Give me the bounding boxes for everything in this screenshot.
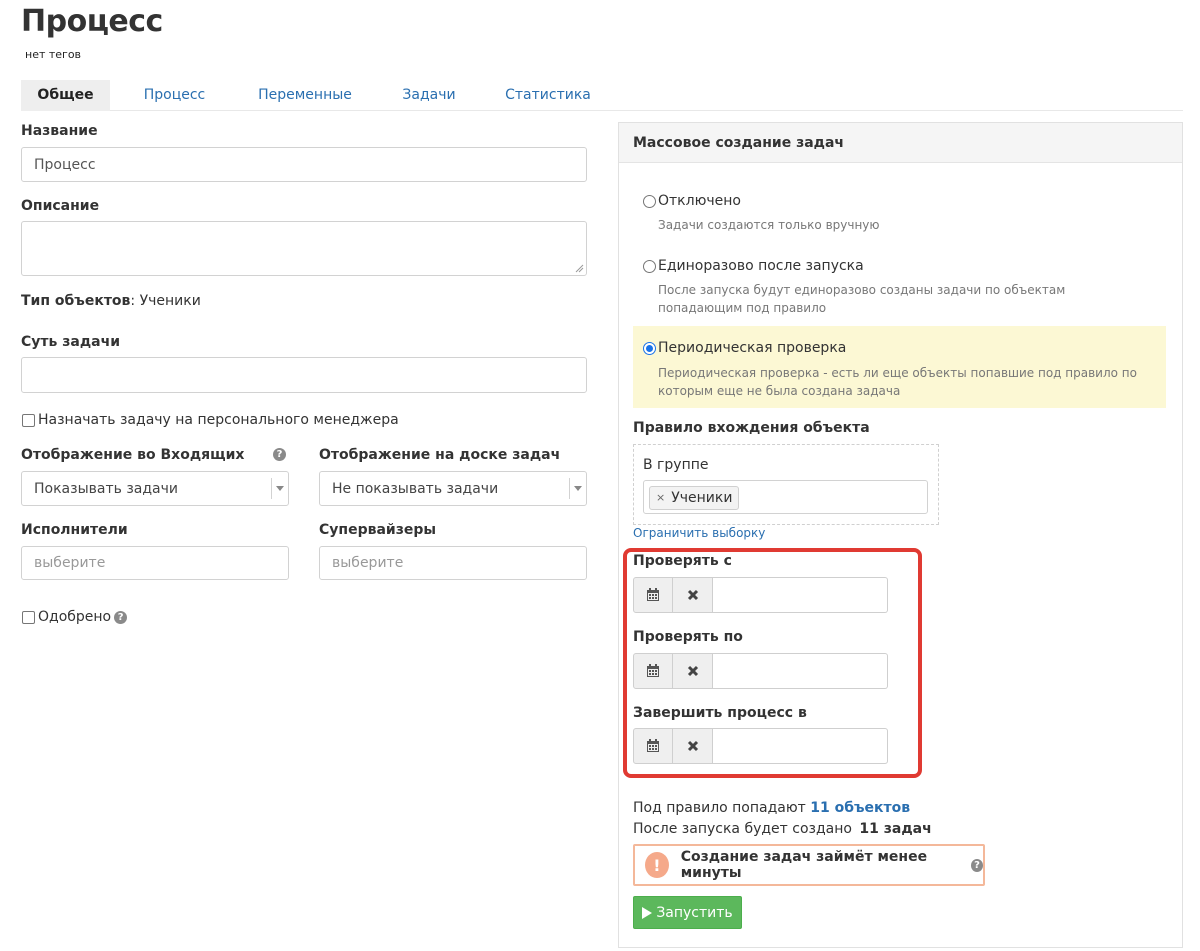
tab-process[interactable]: Процесс <box>130 80 219 111</box>
task-essence-label: Суть задачи <box>21 334 120 350</box>
select-divider <box>271 478 272 499</box>
start-button[interactable]: Запустить <box>633 896 742 929</box>
limit-selection-link[interactable]: Ограничить выборку <box>633 526 765 540</box>
option-title: Отключено <box>658 193 741 209</box>
calendar-icon[interactable] <box>633 728 673 764</box>
created-count: 11 задач <box>859 821 932 837</box>
finish-label: Завершить процесс в <box>633 705 807 721</box>
inbox-display-value: Показывать задачи <box>34 480 178 497</box>
check-from-input[interactable] <box>713 577 888 613</box>
panel-title: Массовое создание задач <box>619 123 1182 163</box>
description-label: Описание <box>21 198 100 214</box>
clear-icon[interactable] <box>673 577 713 613</box>
executors-placeholder: выберите <box>34 555 106 571</box>
executors-label: Исполнители <box>21 522 128 538</box>
check-to-label: Проверять по <box>633 629 743 645</box>
created-line: После запуска будет создано 11 задач <box>633 821 932 837</box>
summary-prefix: Под правило попадают <box>633 800 806 816</box>
object-type-label: Тип объектов <box>21 293 131 309</box>
check-to-input[interactable] <box>713 653 888 689</box>
group-chip: × Ученики <box>649 486 740 510</box>
object-type-value: : Ученики <box>130 293 201 309</box>
remove-chip-icon[interactable]: × <box>656 487 665 509</box>
assign-manager-checkbox[interactable] <box>22 413 35 427</box>
option-once[interactable]: Единоразово после запуска <box>643 258 864 274</box>
radio-once[interactable] <box>643 259 656 273</box>
tab-statistics[interactable]: Статистика <box>497 80 599 111</box>
help-icon[interactable]: ? <box>971 858 983 872</box>
approved-label: Одобрено <box>38 609 112 625</box>
executors-input[interactable]: выберите <box>21 546 289 580</box>
supervisors-label: Супервайзеры <box>319 522 437 538</box>
tab-general[interactable]: Общее <box>21 80 110 111</box>
object-type-row: Тип объектов: Ученики <box>21 293 201 309</box>
check-from-label: Проверять с <box>633 553 732 569</box>
assign-manager-label: Назначать задачу на персонального менедж… <box>38 412 399 428</box>
tags-text: нет тегов <box>25 48 82 61</box>
calendar-icon[interactable] <box>633 577 673 613</box>
approved-row: Одобрено ? <box>22 609 128 625</box>
radio-disabled[interactable] <box>643 194 656 208</box>
option-desc: После запуска будут единоразово созданы … <box>658 283 1066 315</box>
caret-down-icon <box>276 485 284 491</box>
inbox-display-label: Отображение во Входящих <box>21 447 245 463</box>
approved-checkbox[interactable] <box>22 610 35 624</box>
task-essence-input[interactable] <box>21 357 587 393</box>
calendar-icon[interactable] <box>633 653 673 689</box>
option-disabled[interactable]: Отключено <box>643 193 741 209</box>
board-display-label: Отображение на доске задач <box>319 447 561 463</box>
start-button-label: Запустить <box>656 904 733 921</box>
page-title: Процесс <box>21 4 163 39</box>
name-label: Название <box>21 123 98 139</box>
objects-count-link[interactable]: 11 объектов <box>810 800 910 816</box>
select-divider <box>569 478 570 499</box>
finish-input[interactable] <box>713 728 888 764</box>
summary-line: Под правило попадают 11 объектов <box>633 800 910 816</box>
clear-icon[interactable] <box>673 653 713 689</box>
help-icon[interactable]: ? <box>114 610 128 624</box>
group-select[interactable]: × Ученики <box>643 480 928 514</box>
chip-label: Ученики <box>671 490 733 506</box>
check-to-group <box>633 653 888 689</box>
finish-group <box>633 728 888 764</box>
board-display-value: Не показывать задачи <box>332 480 499 497</box>
option-desc: Задачи создаются только вручную <box>658 218 880 232</box>
option-desc: Периодическая проверка - есть ли еще объ… <box>658 366 1137 398</box>
option-title: Единоразово после запуска <box>658 258 864 274</box>
name-input-value: Процесс <box>34 156 96 173</box>
time-alert: ! Создание задач займёт менее минуты ? <box>633 844 985 886</box>
assign-manager-row: Назначать задачу на персонального менедж… <box>22 412 399 428</box>
clear-icon[interactable] <box>673 728 713 764</box>
board-display-select[interactable]: Не показывать задачи <box>319 471 587 506</box>
created-prefix: После запуска будет создано <box>633 821 852 837</box>
radio-periodic[interactable] <box>643 341 656 355</box>
tab-variables[interactable]: Переменные <box>246 80 364 111</box>
tab-tasks[interactable]: Задачи <box>389 80 469 111</box>
option-periodic[interactable]: Периодическая проверка <box>643 340 846 356</box>
caret-down-icon <box>574 485 582 491</box>
alert-text: Создание задач займёт менее минуты <box>680 849 928 881</box>
name-input[interactable]: Процесс <box>21 147 587 182</box>
tab-bar: Общее Процесс Переменные Задачи Статисти… <box>21 80 1183 111</box>
supervisors-placeholder: выберите <box>332 555 404 571</box>
warning-icon: ! <box>645 852 669 878</box>
supervisors-input[interactable]: выберите <box>319 546 587 580</box>
inbox-display-select[interactable]: Показывать задачи <box>21 471 289 506</box>
option-title: Периодическая проверка <box>658 340 847 356</box>
resize-grip-icon[interactable] <box>575 264 584 273</box>
rule-label: Правило вхождения объекта <box>633 420 870 436</box>
play-icon <box>642 906 653 919</box>
description-textarea[interactable] <box>21 221 587 276</box>
check-from-group <box>633 577 888 613</box>
help-icon[interactable]: ? <box>273 448 286 461</box>
rule-group-label: В группе <box>643 457 709 473</box>
